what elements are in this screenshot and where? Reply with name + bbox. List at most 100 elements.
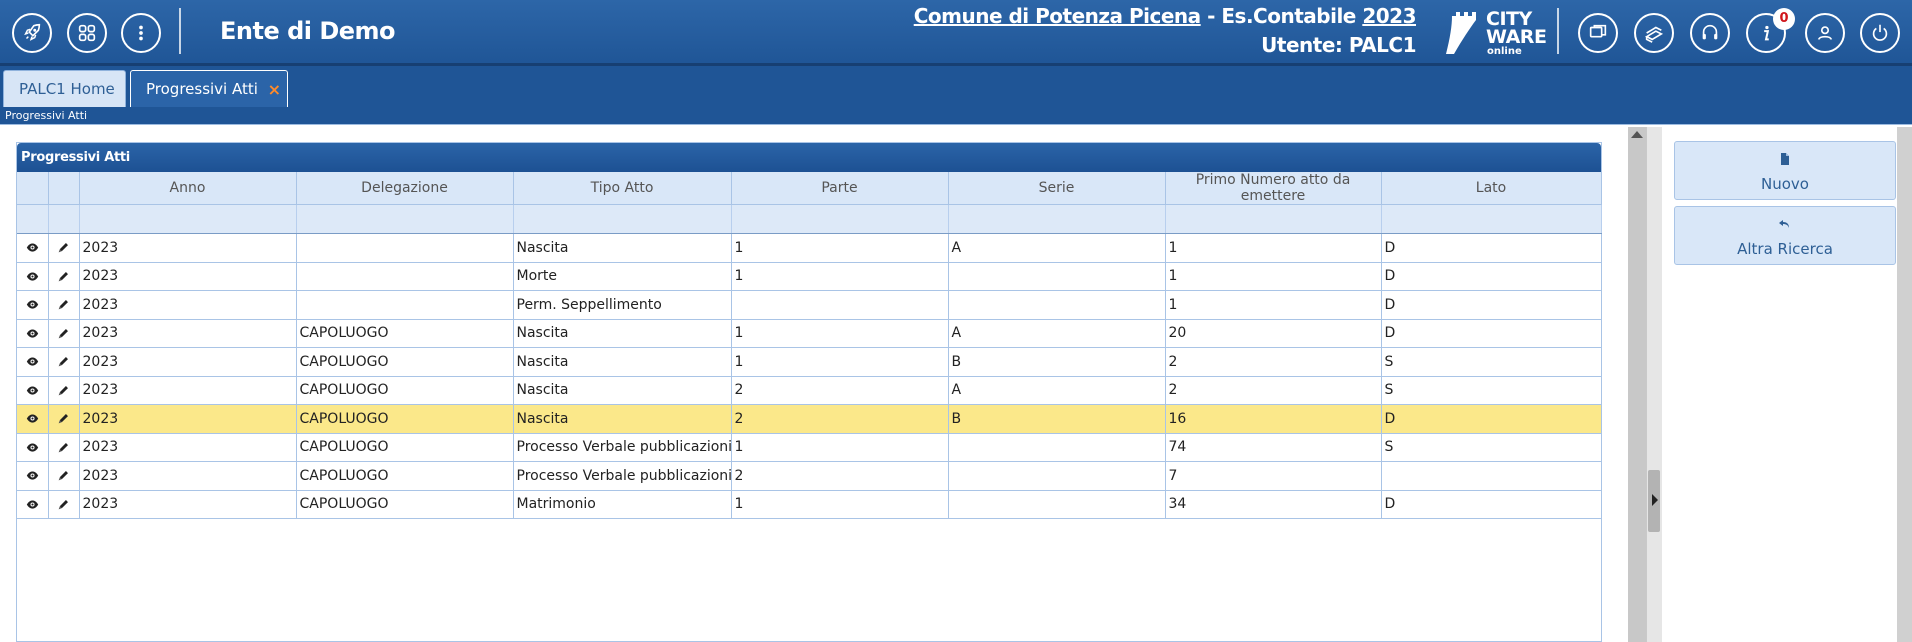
col-header-tipo-atto[interactable]: Tipo Atto xyxy=(513,172,732,205)
rocket-button[interactable] xyxy=(12,13,52,53)
table-row[interactable]: 2023 CAPOLUOGO Nascita 2 A 2 S xyxy=(17,376,1602,405)
edit-row-button[interactable] xyxy=(48,319,80,348)
tab-palc1-home[interactable]: PALC1 Home xyxy=(3,70,126,107)
view-row-button[interactable] xyxy=(17,461,49,491)
user-button[interactable] xyxy=(1805,13,1845,53)
col-header-lato[interactable]: Lato xyxy=(1381,172,1602,205)
table-row[interactable]: 2023 Perm. Seppellimento 1 D xyxy=(17,290,1602,320)
edit-pencil-icon xyxy=(58,442,68,453)
nuovo-button[interactable]: Nuovo xyxy=(1674,141,1896,200)
cell-tipo: Perm. Seppellimento xyxy=(513,290,732,320)
logo-line2: WARE xyxy=(1486,26,1547,48)
col-header-primo-numero[interactable]: Primo Numero atto da emettere xyxy=(1165,172,1382,205)
cell-parte: 1 xyxy=(731,319,949,348)
view-row-button[interactable] xyxy=(17,490,49,519)
edit-row-button[interactable] xyxy=(48,461,80,491)
table-row[interactable]: 2023 Morte 1 1 D xyxy=(17,262,1602,291)
windows-button[interactable] xyxy=(1578,13,1618,53)
filter-cell xyxy=(48,204,80,234)
view-row-button[interactable] xyxy=(17,404,49,434)
edit-row-button[interactable] xyxy=(48,376,80,405)
logo-sub: online xyxy=(1487,46,1522,57)
col-header-parte[interactable]: Parte xyxy=(731,172,949,205)
edit-row-button[interactable] xyxy=(48,404,80,434)
header-separator xyxy=(179,8,181,54)
table-row[interactable]: 2023 CAPOLUOGO Matrimonio 1 34 D xyxy=(17,490,1602,519)
user-icon xyxy=(1817,26,1833,40)
view-row-button[interactable] xyxy=(17,376,49,405)
logout-button[interactable] xyxy=(1860,13,1900,53)
ente-name-link[interactable]: Comune di Potenza Picena xyxy=(914,4,1201,28)
edit-row-button[interactable] xyxy=(48,347,80,377)
edit-row-button[interactable] xyxy=(48,233,80,263)
view-row-button[interactable] xyxy=(17,233,49,263)
cell-serie: A xyxy=(948,376,1166,405)
filter-tipo-atto[interactable] xyxy=(513,204,732,234)
cell-serie: A xyxy=(948,233,1166,263)
table-row[interactable]: 2023 CAPOLUOGO Nascita 2 B 16 D xyxy=(17,404,1602,434)
cell-tipo: Nascita xyxy=(513,319,732,348)
cell-tipo: Nascita xyxy=(513,347,732,377)
cell-tipo: Nascita xyxy=(513,376,732,405)
es-year-link[interactable]: 2023 xyxy=(1362,4,1416,28)
view-row-button[interactable] xyxy=(17,319,49,348)
edit-row-button[interactable] xyxy=(48,433,80,462)
view-eye-icon xyxy=(26,414,38,423)
col-header-serie[interactable]: Serie xyxy=(948,172,1166,205)
filter-serie[interactable] xyxy=(948,204,1166,234)
cell-parte: 2 xyxy=(731,404,949,434)
filter-delegazione[interactable] xyxy=(296,204,514,234)
headset-icon xyxy=(1702,24,1718,40)
tower-logo-icon xyxy=(1446,12,1476,54)
more-menu-button[interactable] xyxy=(121,13,161,53)
edit-row-button[interactable] xyxy=(48,290,80,320)
cell-primo: 1 xyxy=(1165,290,1382,320)
col-header-view xyxy=(17,172,49,205)
table-row[interactable]: 2023 CAPOLUOGO Nascita 1 B 2 S xyxy=(17,347,1602,377)
cell-serie: A xyxy=(948,319,1166,348)
filter-cell xyxy=(17,204,49,234)
view-eye-icon xyxy=(26,386,38,395)
grid-caption: Progressivi Atti xyxy=(17,143,1601,172)
filter-parte[interactable] xyxy=(731,204,949,234)
view-eye-icon xyxy=(26,500,38,509)
filter-lato[interactable] xyxy=(1381,204,1602,234)
splitter-arrow-icon[interactable] xyxy=(1652,494,1658,506)
table-row[interactable]: 2023 CAPOLUOGO Nascita 1 A 20 D xyxy=(17,319,1602,348)
edit-row-button[interactable] xyxy=(48,490,80,519)
tab-progressivi-atti[interactable]: Progressivi Atti × xyxy=(130,70,288,107)
support-button[interactable] xyxy=(1690,13,1730,53)
apps-grid-button[interactable] xyxy=(67,13,107,53)
grid-scrollbar[interactable] xyxy=(1628,127,1646,642)
table-row[interactable]: 2023 CAPOLUOGO Processo Verbale pubblicazi… xyxy=(17,461,1602,491)
edit-pencil-icon xyxy=(58,414,68,424)
col-header-delegazione[interactable]: Delegazione xyxy=(296,172,514,205)
scroll-up-arrow-icon[interactable] xyxy=(1631,131,1643,138)
cell-tipo: Nascita xyxy=(513,404,732,434)
view-row-button[interactable] xyxy=(17,433,49,462)
cell-parte: 1 xyxy=(731,262,949,291)
table-row[interactable]: 2023 CAPOLUOGO Processo Verbale pubblicazi… xyxy=(17,433,1602,462)
filter-anno[interactable] xyxy=(79,204,297,234)
cell-parte: 1 xyxy=(731,233,949,263)
top-header: Ente di Demo Comune di Potenza Picena - … xyxy=(0,0,1912,66)
cell-anno: 2023 xyxy=(79,490,297,519)
es-label: Es.Contabile xyxy=(1221,4,1363,28)
view-eye-icon xyxy=(26,329,38,338)
col-header-anno[interactable]: Anno xyxy=(79,172,297,205)
edit-row-button[interactable] xyxy=(48,262,80,291)
side-scrollbar[interactable] xyxy=(1897,127,1912,642)
books-button[interactable] xyxy=(1634,13,1674,53)
view-row-button[interactable] xyxy=(17,290,49,320)
cell-serie xyxy=(948,433,1166,462)
altra-ricerca-button[interactable]: Altra Ricerca xyxy=(1674,206,1896,265)
view-row-button[interactable] xyxy=(17,347,49,377)
panel-splitter[interactable] xyxy=(1646,127,1662,642)
cell-serie xyxy=(948,290,1166,320)
cell-parte: 1 xyxy=(731,433,949,462)
table-row[interactable]: 2023 Nascita 1 A 1 D xyxy=(17,233,1602,263)
filter-primo-numero[interactable] xyxy=(1165,204,1382,234)
view-row-button[interactable] xyxy=(17,262,49,291)
cell-anno: 2023 xyxy=(79,376,297,405)
tab-close-icon[interactable]: × xyxy=(268,80,281,99)
